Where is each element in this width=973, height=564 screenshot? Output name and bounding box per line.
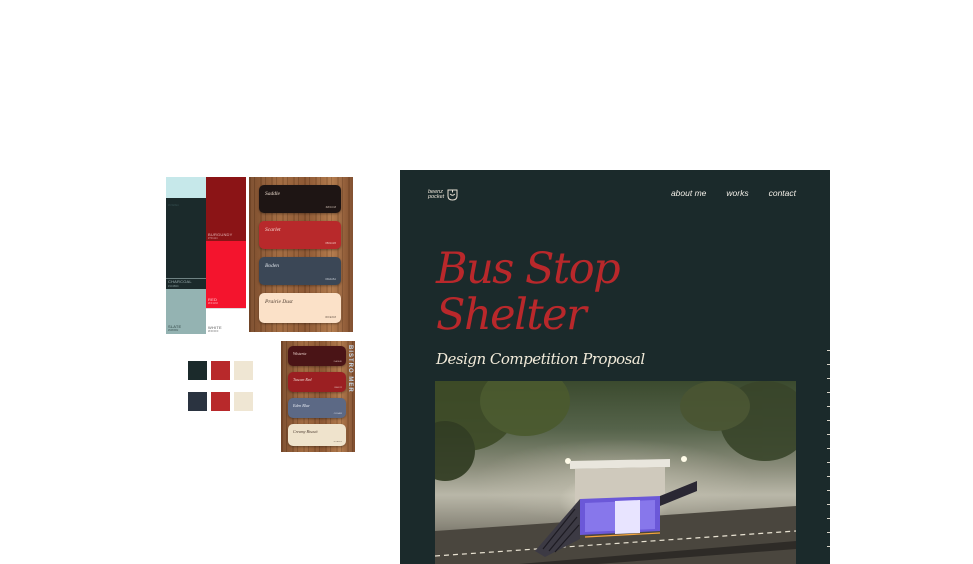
color-palette-board: WISP CHARCOAL #1C2B2C SLATE #94B3B2 #C6E… bbox=[166, 177, 246, 334]
nav-link-contact[interactable]: contact bbox=[769, 188, 796, 198]
swatch-square bbox=[234, 392, 253, 411]
swatch-square bbox=[211, 361, 230, 380]
paint-card-name: Wisteria bbox=[293, 351, 307, 356]
site-logo[interactable]: beenz pocket bbox=[428, 189, 458, 201]
palette-column-cool: WISP CHARCOAL #1C2B2C SLATE #94B3B2 #C6E… bbox=[166, 177, 206, 334]
hero-title-line2: Shelter bbox=[436, 290, 587, 340]
swatch-code: #FFFFFF bbox=[208, 330, 219, 333]
nav-link-about-me[interactable]: about me bbox=[671, 188, 706, 198]
swatch-code: #FF1133 bbox=[208, 302, 218, 305]
swatch-code: #1C2B2C bbox=[168, 285, 179, 288]
paint-card-name: Boden bbox=[265, 263, 280, 269]
paint-card: Scarlet #B62A2B bbox=[259, 221, 341, 249]
scroll-edge-marks bbox=[827, 350, 830, 550]
paint-card-code: #F2E6CF bbox=[333, 441, 342, 443]
swatch-square bbox=[234, 361, 253, 380]
hero-subtitle: Design Competition Proposal bbox=[436, 350, 645, 368]
paint-card: Creamy Biscuit #F2E6CF bbox=[288, 424, 346, 446]
paint-card-code: #5C6A85 bbox=[333, 413, 342, 415]
site-nav: about me works contact bbox=[651, 188, 796, 198]
paint-card-name: Prairie Dust bbox=[265, 299, 293, 305]
paint-card: Boden #3E4A5A bbox=[259, 257, 341, 285]
swatch-square bbox=[211, 392, 230, 411]
pocket-logo-icon bbox=[447, 189, 458, 201]
swatch-white: WHITE #FFFFFF bbox=[206, 308, 246, 334]
website-mockup: beenz pocket about me works contact Bus … bbox=[400, 170, 830, 564]
paint-card: Saddle #2F1C18 bbox=[259, 185, 341, 213]
paint-card-name: Eden Blue bbox=[293, 403, 310, 408]
swatch-code: #C6E8EA bbox=[168, 204, 179, 207]
palette-column-warm: BURGUNDY #7F1114 RED #FF1133 WHITE #FFFF… bbox=[206, 177, 246, 334]
swatch-label: CHARCOAL bbox=[168, 279, 192, 284]
swatch-burgundy: BURGUNDY #7F1114 bbox=[206, 177, 246, 241]
paint-card: Prairie Dust #FFE3C8 bbox=[259, 293, 341, 323]
paint-card: Tuscan Red #9A1F22 bbox=[288, 372, 346, 392]
signage-text: BISTRO MER bbox=[347, 345, 353, 393]
swatch-charcoal-block bbox=[166, 198, 206, 289]
paint-card-code: #3E4A5A bbox=[325, 278, 336, 281]
tree-canopy-left bbox=[435, 381, 570, 481]
swatch-squares bbox=[188, 361, 254, 413]
swatch-code: #94B3B2 bbox=[168, 329, 179, 332]
paint-card: Wisteria #5A1A1D bbox=[288, 346, 346, 366]
logo-wordmark: beenz pocket bbox=[428, 189, 445, 201]
swatch-square bbox=[188, 361, 207, 380]
nav-link-works[interactable]: works bbox=[726, 188, 748, 198]
hero-title-line1: Bus Stop bbox=[436, 244, 621, 294]
swatch-wisp: WISP bbox=[166, 177, 206, 203]
paint-card-name: Saddle bbox=[265, 191, 280, 197]
paint-card-name: Creamy Biscuit bbox=[293, 429, 318, 434]
hero-render-image bbox=[435, 381, 796, 564]
swatch-red: RED #FF1133 bbox=[206, 241, 246, 308]
swatch-slate: SLATE #94B3B2 bbox=[166, 289, 206, 334]
swatch-square bbox=[188, 392, 207, 411]
paint-card-code: #9A1F22 bbox=[333, 387, 342, 389]
paint-card-code: #B62A2B bbox=[325, 242, 336, 245]
paint-card-code: #2F1C18 bbox=[325, 206, 336, 209]
paint-card-code: #5A1A1D bbox=[333, 361, 342, 363]
tree-canopy-right bbox=[680, 381, 796, 461]
swatch-code: #7F1114 bbox=[208, 237, 218, 240]
paint-card: Eden Blue #5C6A85 bbox=[288, 398, 346, 418]
bus-stop-render-illustration bbox=[435, 381, 796, 564]
paint-card-board-1: Saddle #2F1C18 Scarlet #B62A2B Boden #3E… bbox=[249, 177, 353, 332]
paint-card-name: Tuscan Red bbox=[293, 377, 312, 382]
paint-card-board-2: Wisteria #5A1A1D Tuscan Red #9A1F22 Eden… bbox=[281, 341, 355, 452]
paint-card-code: #FFE3C8 bbox=[325, 316, 336, 319]
logo-text-line2: pocket bbox=[428, 194, 445, 200]
paint-card-name: Scarlet bbox=[265, 227, 281, 233]
hero-title: Bus Stop Shelter bbox=[436, 244, 621, 340]
